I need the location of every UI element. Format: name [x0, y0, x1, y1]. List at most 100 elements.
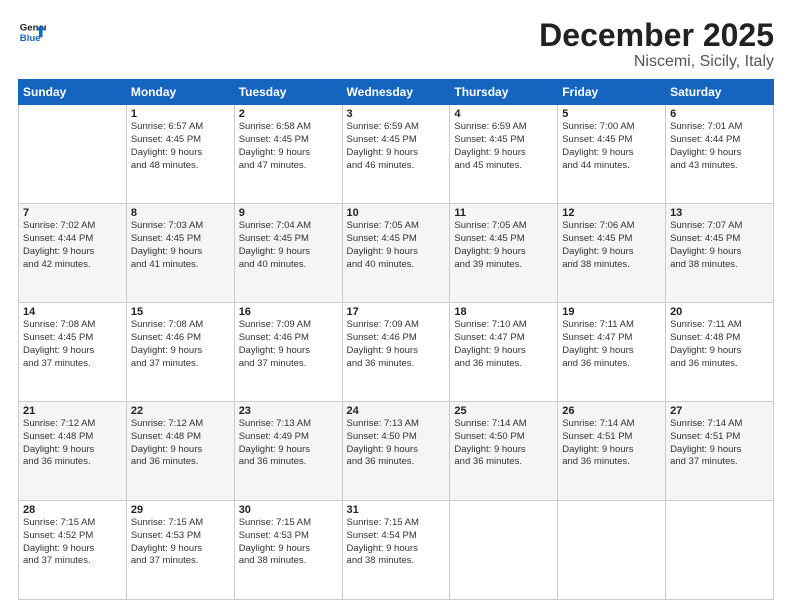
day-number: 11 — [454, 207, 553, 219]
calendar-table: Sunday Monday Tuesday Wednesday Thursday… — [18, 79, 774, 600]
calendar-cell: 23Sunrise: 7:13 AM Sunset: 4:49 PM Dayli… — [234, 402, 342, 501]
day-number: 17 — [347, 306, 446, 318]
calendar-header-row: Sunday Monday Tuesday Wednesday Thursday… — [19, 80, 774, 105]
calendar-cell: 3Sunrise: 6:59 AM Sunset: 4:45 PM Daylig… — [342, 105, 450, 204]
day-number: 2 — [239, 108, 338, 120]
logo-icon: General Blue — [18, 18, 46, 46]
day-number: 18 — [454, 306, 553, 318]
day-info: Sunrise: 6:59 AM Sunset: 4:45 PM Dayligh… — [347, 121, 446, 172]
day-info: Sunrise: 7:09 AM Sunset: 4:46 PM Dayligh… — [239, 319, 338, 370]
day-info: Sunrise: 7:08 AM Sunset: 4:45 PM Dayligh… — [23, 319, 122, 370]
day-info: Sunrise: 6:58 AM Sunset: 4:45 PM Dayligh… — [239, 121, 338, 172]
day-info: Sunrise: 7:07 AM Sunset: 4:45 PM Dayligh… — [670, 220, 769, 271]
day-number: 5 — [562, 108, 661, 120]
calendar-cell: 30Sunrise: 7:15 AM Sunset: 4:53 PM Dayli… — [234, 501, 342, 600]
day-info: Sunrise: 7:00 AM Sunset: 4:45 PM Dayligh… — [562, 121, 661, 172]
day-info: Sunrise: 7:12 AM Sunset: 4:48 PM Dayligh… — [23, 418, 122, 469]
day-info: Sunrise: 7:06 AM Sunset: 4:45 PM Dayligh… — [562, 220, 661, 271]
calendar-cell: 20Sunrise: 7:11 AM Sunset: 4:48 PM Dayli… — [666, 303, 774, 402]
calendar-cell: 16Sunrise: 7:09 AM Sunset: 4:46 PM Dayli… — [234, 303, 342, 402]
calendar-cell: 26Sunrise: 7:14 AM Sunset: 4:51 PM Dayli… — [558, 402, 666, 501]
page-header: General Blue December 2025 Niscemi, Sici… — [18, 18, 774, 71]
day-info: Sunrise: 6:57 AM Sunset: 4:45 PM Dayligh… — [131, 121, 230, 172]
calendar-cell: 28Sunrise: 7:15 AM Sunset: 4:52 PM Dayli… — [19, 501, 127, 600]
calendar-cell: 12Sunrise: 7:06 AM Sunset: 4:45 PM Dayli… — [558, 204, 666, 303]
day-info: Sunrise: 7:05 AM Sunset: 4:45 PM Dayligh… — [454, 220, 553, 271]
day-number: 8 — [131, 207, 230, 219]
calendar-cell: 17Sunrise: 7:09 AM Sunset: 4:46 PM Dayli… — [342, 303, 450, 402]
day-number: 29 — [131, 504, 230, 516]
calendar-cell — [19, 105, 127, 204]
day-info: Sunrise: 7:15 AM Sunset: 4:54 PM Dayligh… — [347, 517, 446, 568]
day-number: 31 — [347, 504, 446, 516]
logo: General Blue — [18, 18, 46, 46]
calendar-week-4: 21Sunrise: 7:12 AM Sunset: 4:48 PM Dayli… — [19, 402, 774, 501]
calendar-cell: 27Sunrise: 7:14 AM Sunset: 4:51 PM Dayli… — [666, 402, 774, 501]
calendar-cell: 29Sunrise: 7:15 AM Sunset: 4:53 PM Dayli… — [126, 501, 234, 600]
day-number: 14 — [23, 306, 122, 318]
col-sunday: Sunday — [19, 80, 127, 105]
calendar-week-3: 14Sunrise: 7:08 AM Sunset: 4:45 PM Dayli… — [19, 303, 774, 402]
day-number: 16 — [239, 306, 338, 318]
day-info: Sunrise: 7:14 AM Sunset: 4:50 PM Dayligh… — [454, 418, 553, 469]
day-info: Sunrise: 7:14 AM Sunset: 4:51 PM Dayligh… — [670, 418, 769, 469]
day-number: 27 — [670, 405, 769, 417]
day-number: 19 — [562, 306, 661, 318]
day-info: Sunrise: 7:05 AM Sunset: 4:45 PM Dayligh… — [347, 220, 446, 271]
calendar-cell: 4Sunrise: 6:59 AM Sunset: 4:45 PM Daylig… — [450, 105, 558, 204]
calendar-cell: 21Sunrise: 7:12 AM Sunset: 4:48 PM Dayli… — [19, 402, 127, 501]
calendar-cell: 22Sunrise: 7:12 AM Sunset: 4:48 PM Dayli… — [126, 402, 234, 501]
month-title: December 2025 — [539, 18, 774, 53]
day-number: 3 — [347, 108, 446, 120]
calendar-cell: 18Sunrise: 7:10 AM Sunset: 4:47 PM Dayli… — [450, 303, 558, 402]
day-number: 12 — [562, 207, 661, 219]
calendar-cell: 19Sunrise: 7:11 AM Sunset: 4:47 PM Dayli… — [558, 303, 666, 402]
day-info: Sunrise: 7:15 AM Sunset: 4:53 PM Dayligh… — [239, 517, 338, 568]
day-number: 1 — [131, 108, 230, 120]
calendar-cell — [666, 501, 774, 600]
day-number: 10 — [347, 207, 446, 219]
calendar-cell: 6Sunrise: 7:01 AM Sunset: 4:44 PM Daylig… — [666, 105, 774, 204]
day-number: 7 — [23, 207, 122, 219]
calendar-cell: 5Sunrise: 7:00 AM Sunset: 4:45 PM Daylig… — [558, 105, 666, 204]
day-info: Sunrise: 7:11 AM Sunset: 4:47 PM Dayligh… — [562, 319, 661, 370]
day-info: Sunrise: 7:14 AM Sunset: 4:51 PM Dayligh… — [562, 418, 661, 469]
calendar-cell: 31Sunrise: 7:15 AM Sunset: 4:54 PM Dayli… — [342, 501, 450, 600]
calendar-cell: 13Sunrise: 7:07 AM Sunset: 4:45 PM Dayli… — [666, 204, 774, 303]
col-wednesday: Wednesday — [342, 80, 450, 105]
calendar-week-2: 7Sunrise: 7:02 AM Sunset: 4:44 PM Daylig… — [19, 204, 774, 303]
day-number: 21 — [23, 405, 122, 417]
day-number: 6 — [670, 108, 769, 120]
calendar-week-1: 1Sunrise: 6:57 AM Sunset: 4:45 PM Daylig… — [19, 105, 774, 204]
calendar-cell: 15Sunrise: 7:08 AM Sunset: 4:46 PM Dayli… — [126, 303, 234, 402]
day-number: 25 — [454, 405, 553, 417]
day-info: Sunrise: 7:02 AM Sunset: 4:44 PM Dayligh… — [23, 220, 122, 271]
col-saturday: Saturday — [666, 80, 774, 105]
day-number: 13 — [670, 207, 769, 219]
day-info: Sunrise: 7:09 AM Sunset: 4:46 PM Dayligh… — [347, 319, 446, 370]
day-info: Sunrise: 7:13 AM Sunset: 4:50 PM Dayligh… — [347, 418, 446, 469]
calendar-cell — [450, 501, 558, 600]
col-friday: Friday — [558, 80, 666, 105]
col-monday: Monday — [126, 80, 234, 105]
calendar-cell — [558, 501, 666, 600]
col-tuesday: Tuesday — [234, 80, 342, 105]
calendar-cell: 1Sunrise: 6:57 AM Sunset: 4:45 PM Daylig… — [126, 105, 234, 204]
day-number: 4 — [454, 108, 553, 120]
day-info: Sunrise: 7:11 AM Sunset: 4:48 PM Dayligh… — [670, 319, 769, 370]
day-number: 23 — [239, 405, 338, 417]
day-info: Sunrise: 7:15 AM Sunset: 4:52 PM Dayligh… — [23, 517, 122, 568]
calendar-cell: 8Sunrise: 7:03 AM Sunset: 4:45 PM Daylig… — [126, 204, 234, 303]
day-number: 15 — [131, 306, 230, 318]
col-thursday: Thursday — [450, 80, 558, 105]
calendar-cell: 9Sunrise: 7:04 AM Sunset: 4:45 PM Daylig… — [234, 204, 342, 303]
calendar-cell: 10Sunrise: 7:05 AM Sunset: 4:45 PM Dayli… — [342, 204, 450, 303]
calendar-cell: 2Sunrise: 6:58 AM Sunset: 4:45 PM Daylig… — [234, 105, 342, 204]
day-info: Sunrise: 7:10 AM Sunset: 4:47 PM Dayligh… — [454, 319, 553, 370]
day-number: 9 — [239, 207, 338, 219]
calendar-cell: 25Sunrise: 7:14 AM Sunset: 4:50 PM Dayli… — [450, 402, 558, 501]
calendar-cell: 14Sunrise: 7:08 AM Sunset: 4:45 PM Dayli… — [19, 303, 127, 402]
calendar-cell: 24Sunrise: 7:13 AM Sunset: 4:50 PM Dayli… — [342, 402, 450, 501]
location-subtitle: Niscemi, Sicily, Italy — [539, 53, 774, 71]
day-number: 26 — [562, 405, 661, 417]
